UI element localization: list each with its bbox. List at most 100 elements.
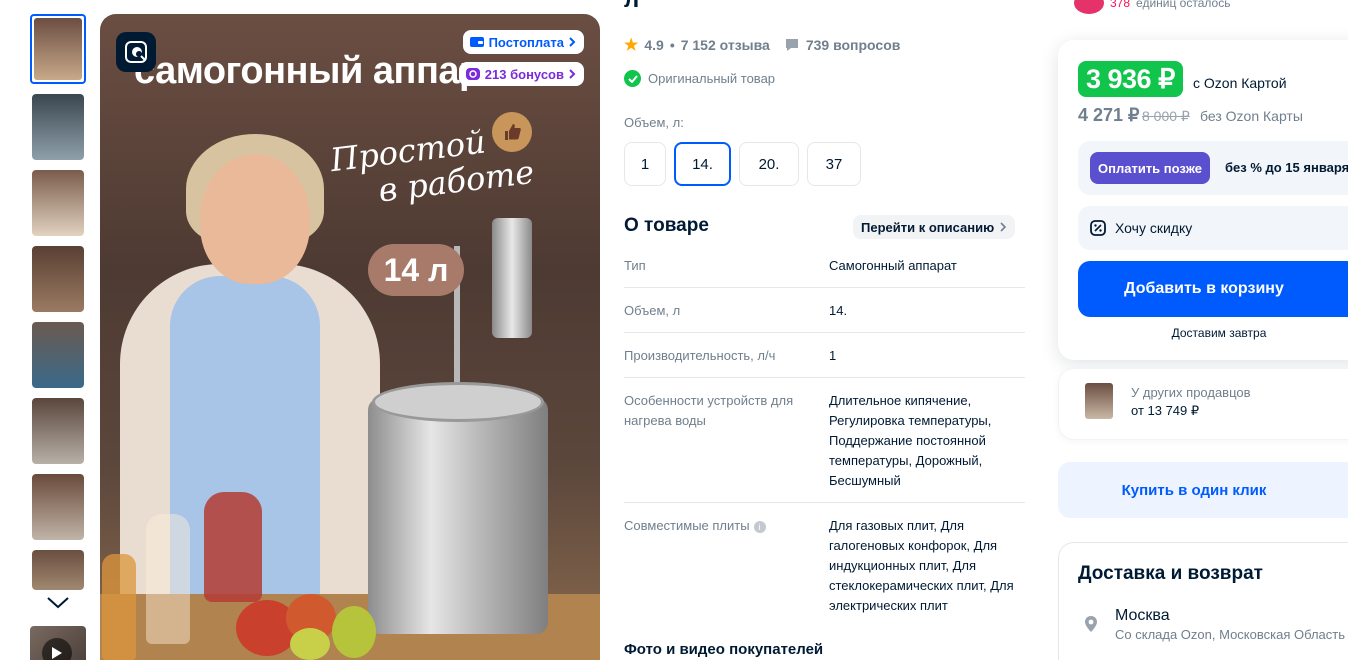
price-without-card-note: без Ozon Карты: [1200, 108, 1303, 124]
image-tank: [368, 398, 548, 634]
image-pear: [332, 606, 376, 658]
thumbnail-5[interactable]: [32, 322, 84, 388]
image-bottle: [204, 492, 262, 602]
info-icon[interactable]: i: [753, 521, 766, 533]
price-card: 3 936 ₽ с Ozon Картой 4 271 ₽ 8 000 ₽ бе…: [1058, 40, 1348, 360]
play-icon: [42, 638, 72, 660]
image-search-button[interactable]: [116, 32, 156, 72]
chevron-right-icon: [1000, 222, 1007, 232]
spec-value: 14.: [829, 303, 848, 318]
rating-row: ★ 4.9 • 7 152 отзыва 739 вопросов: [624, 35, 900, 55]
spec-value: Самогонный аппарат: [829, 258, 957, 273]
main-product-image[interactable]: самогонный аппарат Простой в работе 14 л…: [100, 14, 600, 660]
spec-key: Тип: [624, 258, 646, 273]
original-label: Оригинальный товар: [648, 71, 776, 86]
customer-photos-title: Фото и видео покупателей: [624, 641, 824, 658]
chat-icon: [785, 39, 798, 51]
spec-value: 1: [829, 348, 837, 363]
thumbs-up-icon: [492, 112, 532, 152]
spec-key: Особенности устройств для нагрева воды: [624, 393, 794, 428]
spec-key: Производительность, л/ч: [624, 348, 776, 363]
spec-key-text: Совместимые плиты: [624, 518, 750, 533]
spec-value: Длительное кипячение, Регулировка темпер…: [829, 393, 992, 488]
volume-option-1[interactable]: 1: [624, 142, 666, 186]
delivery-city[interactable]: Москва: [1115, 607, 1170, 625]
spec-value: Для газовых плит, Для галогеновых конфор…: [829, 518, 1014, 613]
buy-one-click-button[interactable]: Купить в один клик: [1058, 462, 1348, 518]
stock-count: 378: [1110, 0, 1131, 10]
image-person-face: [200, 154, 310, 284]
other-seller-thumbnail: [1085, 383, 1113, 419]
thumbnail-2[interactable]: [32, 94, 84, 160]
chevron-right-icon: [569, 69, 576, 79]
goto-description-button[interactable]: Перейти к описанию: [853, 215, 1016, 239]
stock-left: 378 единиц осталось: [1074, 0, 1230, 14]
delivery-title: Доставка и возврат: [1078, 563, 1263, 584]
image-search-icon: [125, 41, 147, 63]
other-sellers-label: У других продавцов: [1131, 385, 1251, 400]
bonus-badge[interactable]: 213 бонусов: [458, 62, 584, 86]
thumbnail-8[interactable]: [32, 550, 84, 590]
spec-divider: [624, 502, 1025, 503]
product-page: самогонный аппарат Простой в работе 14 л…: [0, 0, 1348, 660]
location-pin-icon: [1085, 616, 1097, 632]
questions-link[interactable]: 739 вопросов: [806, 37, 901, 53]
volume-option-20[interactable]: 20.: [739, 142, 799, 186]
image-bottle: [146, 514, 190, 644]
spec-divider: [624, 287, 1025, 288]
spec-divider: [624, 377, 1025, 378]
delivery-source: Со склада Ozon, Московская Область: [1115, 627, 1346, 642]
postpay-label: Постоплата: [488, 34, 564, 50]
volume-option-14[interactable]: 14.: [674, 142, 731, 186]
rating-value[interactable]: 4.9: [644, 37, 663, 53]
image-column: [492, 218, 532, 338]
thumbnail-6[interactable]: [32, 398, 84, 464]
thumbnails-down-button[interactable]: [44, 592, 72, 614]
video-thumbnail[interactable]: [30, 626, 86, 660]
volume-option-37[interactable]: 37: [807, 142, 861, 186]
pay-later-block[interactable]: Оплатить позже без % до 15 января: [1078, 141, 1348, 195]
bonus-icon: [465, 68, 480, 80]
about-title: О товаре: [624, 215, 709, 236]
add-to-cart-button[interactable]: Добавить в корзину: [1078, 261, 1348, 317]
pay-later-note: без % до 15 января: [1225, 160, 1348, 175]
price-old: 8 000 ₽: [1142, 108, 1190, 124]
image-volume-badge: 14 л: [368, 244, 464, 296]
discount-icon: [1090, 220, 1106, 236]
spec-key: Совместимые плиты i: [624, 516, 822, 536]
thumbnail-4[interactable]: [32, 246, 84, 312]
rating-separator: •: [669, 37, 675, 53]
spec-key: Объем, л: [624, 303, 681, 318]
chevron-down-icon: [47, 597, 69, 609]
thumbnail-7[interactable]: [32, 474, 84, 540]
star-icon: ★: [624, 37, 639, 54]
spec-divider: [624, 332, 1025, 333]
thumbnail-1[interactable]: [30, 14, 86, 84]
price-with-card-note: с Ozon Картой: [1193, 75, 1287, 91]
postpay-badge[interactable]: Постоплата: [462, 30, 584, 54]
want-discount-label: Хочу скидку: [1115, 220, 1193, 236]
pay-later-button[interactable]: Оплатить позже: [1090, 152, 1210, 184]
reviews-link[interactable]: 7 152 отзыва: [681, 37, 770, 53]
image-pear: [290, 628, 330, 660]
want-discount-button[interactable]: Хочу скидку: [1078, 206, 1348, 250]
other-sellers-price: от 13 749 ₽: [1131, 403, 1200, 418]
image-tank-lid: [372, 382, 544, 422]
chevron-right-icon: [569, 37, 576, 47]
wallet-icon: [469, 37, 484, 47]
volume-label: Объем, л:: [624, 115, 684, 130]
delivery-card: Доставка и возврат Москва Со склада Ozon…: [1058, 542, 1348, 660]
stock-icon: [1074, 0, 1104, 14]
price-without-card: 4 271 ₽: [1078, 105, 1140, 125]
delivery-date: Доставим завтра: [1171, 326, 1267, 340]
other-sellers-card[interactable]: У других продавцов от 13 749 ₽: [1058, 368, 1348, 440]
stock-label: единиц осталось: [1136, 0, 1231, 10]
bonus-label: 213 бонусов: [484, 66, 564, 82]
thumbnail-3[interactable]: [32, 170, 84, 236]
price-with-card: 3 936 ₽: [1078, 61, 1183, 97]
goto-description-label: Перейти к описанию: [861, 219, 995, 235]
product-title: л: [624, 0, 639, 14]
image-bottle: [102, 554, 136, 660]
original-badge: Оригинальный товар: [624, 70, 775, 87]
check-icon: [624, 70, 641, 87]
